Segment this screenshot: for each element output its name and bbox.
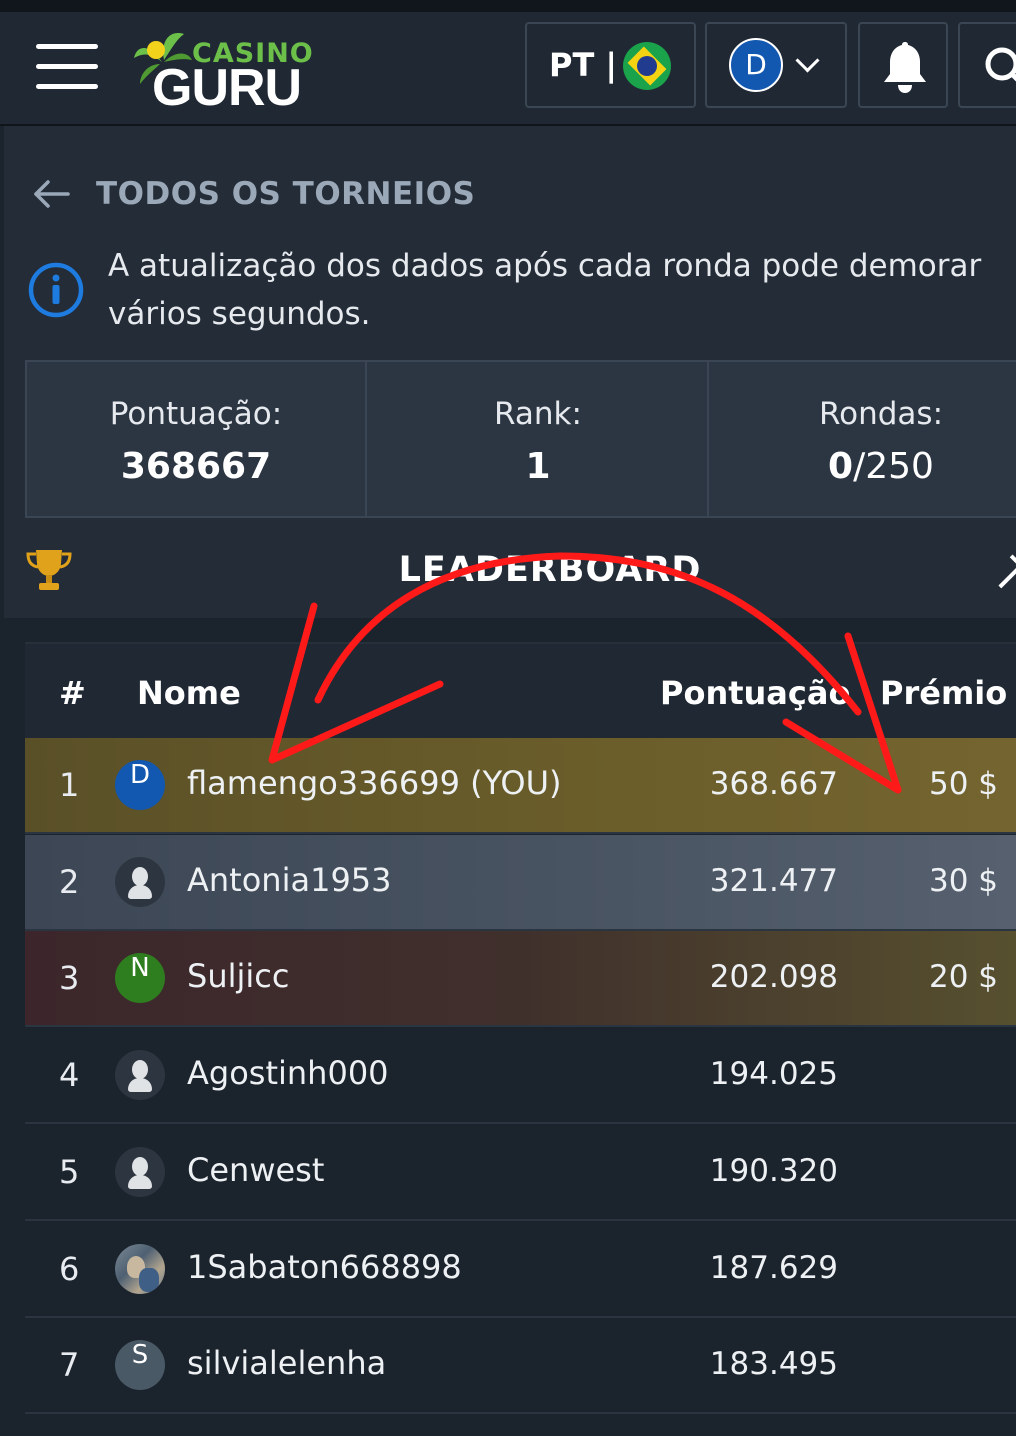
rounds-label: Rondas: <box>818 396 944 432</box>
table-row[interactable]: 4 Agostinh000 194.025 <box>25 1028 1016 1125</box>
table-header: # Nome Pontuação Prémio <box>25 642 1016 740</box>
info-message: A atualização dos dados após cada ronda … <box>108 248 982 332</box>
rounds-total: /250 <box>853 446 934 487</box>
row-score: 190.320 <box>709 1152 838 1189</box>
search-button[interactable] <box>958 22 1016 108</box>
score-value: 368667 <box>120 446 272 487</box>
row-prize: 50 $ <box>928 766 998 802</box>
col-name-header: Nome <box>137 674 241 712</box>
row-prize: 30 $ <box>928 862 998 899</box>
rounds-stat: Rondas: 0/250 <box>711 362 1016 516</box>
col-prize-header: Prémio <box>880 674 1008 712</box>
table-row[interactable]: 1 Dflamengo336699 (YOU) 368.667 50 $ <box>25 738 1016 834</box>
table-row[interactable]: 7 Ssilvialelenha 183.495 <box>25 1318 1016 1415</box>
menu-icon <box>36 44 98 49</box>
row-rank: 4 <box>59 1056 80 1095</box>
score-label: Pontuação: <box>109 396 283 432</box>
table-row[interactable]: 6 1Sabaton668898 187.629 <box>25 1221 1016 1318</box>
row-player-name: Cenwest <box>187 1150 325 1189</box>
rank-label: Rank: <box>494 396 582 432</box>
row-rank: 7 <box>59 1346 80 1385</box>
row-score: 194.025 <box>709 1056 838 1093</box>
row-player-name: Suljicc <box>187 957 290 996</box>
row-score: 187.629 <box>709 1249 838 1286</box>
avatar-initial: S <box>115 1340 165 1391</box>
row-score: 368.667 <box>709 766 838 802</box>
row-rank: 3 <box>59 959 80 998</box>
brazil-flag-icon <box>623 42 671 90</box>
row-player-name: Antonia1953 <box>187 860 392 899</box>
user-menu-button[interactable]: D <box>705 22 847 108</box>
default-avatar-icon <box>115 856 165 907</box>
row-score: 202.098 <box>709 959 838 996</box>
score-stat: Pontuação: 368667 <box>27 362 367 516</box>
table-row[interactable]: 5 Cenwest 190.320 <box>25 1124 1016 1221</box>
back-link-label: TODOS OS TORNEIOS <box>96 176 476 212</box>
row-player-name: flamengo336699 (YOU) <box>187 764 562 802</box>
top-header: CASINO GURU PT | D <box>0 12 1016 126</box>
row-prize: 20 $ <box>928 959 998 996</box>
info-icon <box>28 262 84 318</box>
menu-icon-bar <box>36 64 98 69</box>
rank-value: 1 <box>525 446 551 487</box>
row-score: 183.495 <box>709 1346 838 1383</box>
leaderboard-title: LEADERBOARD <box>398 550 702 590</box>
row-rank: 5 <box>59 1152 80 1191</box>
photo-avatar <box>115 1243 165 1294</box>
search-icon <box>985 47 1016 82</box>
status-strip <box>0 0 1016 12</box>
row-rank: 2 <box>59 862 80 901</box>
table-row[interactable]: 3 N Suljicc 202.098 20 $ <box>25 931 1016 1028</box>
row-rank: 6 <box>59 1249 80 1288</box>
col-score-header: Pontuação <box>660 674 851 712</box>
rank-stat: Rank: 1 <box>369 362 709 516</box>
row-score: 321.477 <box>709 862 838 899</box>
default-avatar-icon <box>115 1146 165 1197</box>
menu-icon-bar <box>36 84 98 89</box>
col-rank-header: # <box>59 674 86 712</box>
default-avatar-icon <box>115 1050 165 1101</box>
casino-guru-logo[interactable]: CASINO GURU <box>132 28 332 117</box>
bell-icon <box>884 42 926 93</box>
row-player-name: silvialelenha <box>187 1344 387 1383</box>
user-avatar: D <box>729 38 783 92</box>
leaderboard-table: # Nome Pontuação Prémio 1 Dflamengo336699… <box>0 618 1016 1436</box>
rounds-value: 0/250 <box>711 446 1016 487</box>
row-player-name: 1Sabaton668898 <box>187 1247 462 1286</box>
table-row[interactable]: 2 Antonia1953 321.477 30 $ <box>25 834 1016 931</box>
rounds-played: 0 <box>828 446 854 487</box>
avatar-initial: N <box>115 953 165 1004</box>
arrow-left-icon <box>34 180 70 208</box>
row-player-name: Agostinh000 <box>187 1054 389 1093</box>
stats-panel: Pontuação: 368667 Rank: 1 Rondas: 0/250 <box>25 360 1016 518</box>
language-selector[interactable]: PT | <box>525 22 696 108</box>
notifications-button[interactable] <box>858 22 948 108</box>
tournament-panel: TODOS OS TORNEIOS A atualização dos dado… <box>4 126 1016 618</box>
language-label: PT | <box>549 46 618 84</box>
menu-button[interactable] <box>36 44 98 92</box>
logo-guru-text: GURU <box>152 59 302 117</box>
chevron-down-icon <box>795 48 820 73</box>
row-rank: 1 <box>59 766 80 804</box>
avatar-initial: D <box>115 760 165 810</box>
